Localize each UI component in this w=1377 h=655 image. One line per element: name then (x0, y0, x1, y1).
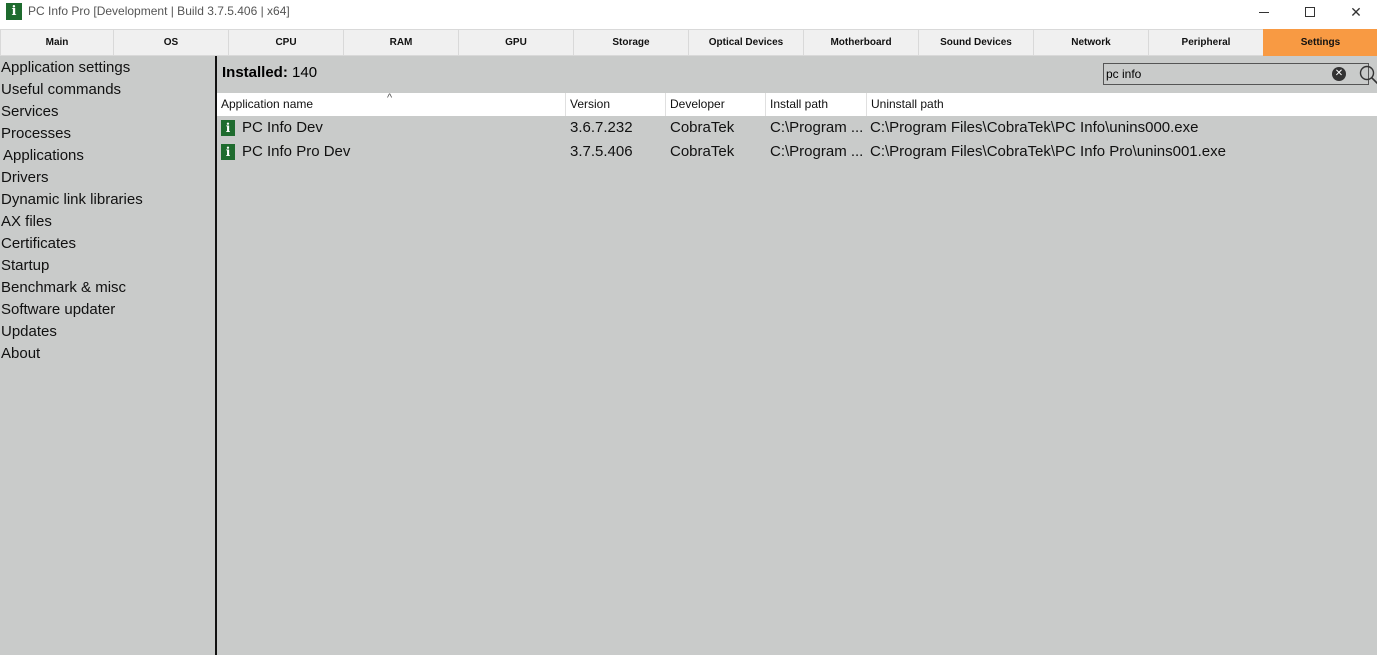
installed-label: Installed: (222, 64, 288, 81)
table-row[interactable]: i PC Info Dev 3.6.7.232 CobraTek C:\Prog… (217, 116, 1377, 140)
column-header-uninstall-path[interactable]: Uninstall path (867, 93, 1377, 116)
sidebar-item-ax-files[interactable]: AX files (1, 211, 52, 233)
app-icon: i (221, 144, 235, 160)
sidebar-item-processes[interactable]: Processes (1, 123, 71, 145)
sort-ascending-icon: ^ (387, 92, 393, 104)
sidebar-item-benchmark-misc[interactable]: Benchmark & misc (1, 277, 126, 299)
title-bar: i PC Info Pro [Development | Build 3.7.5… (0, 0, 1377, 26)
installed-count: Installed: 140 (222, 64, 317, 81)
tab-settings[interactable]: Settings (1263, 29, 1377, 56)
close-icon: ✕ (1350, 3, 1362, 20)
tab-cpu[interactable]: CPU (228, 29, 343, 56)
minimize-icon (1259, 11, 1269, 13)
sidebar-item-about[interactable]: About (1, 343, 40, 365)
cell-version: 3.6.7.232 (570, 119, 633, 136)
installed-value: 140 (292, 64, 318, 81)
app-icon: i (6, 3, 22, 20)
clear-search-icon[interactable]: ✕ (1332, 67, 1346, 81)
column-header-install-path[interactable]: Install path (766, 93, 867, 116)
sidebar-item-updates[interactable]: Updates (1, 321, 57, 343)
column-header-application-name[interactable]: Application name ^ (217, 92, 566, 116)
tab-motherboard[interactable]: Motherboard (803, 29, 918, 56)
tab-gpu[interactable]: GPU (458, 29, 573, 56)
search-icon[interactable] (1358, 64, 1377, 86)
cell-developer: CobraTek (670, 119, 735, 136)
cell-developer: CobraTek (670, 143, 735, 160)
sidebar-item-certificates[interactable]: Certificates (1, 233, 76, 255)
tab-os[interactable]: OS (113, 29, 228, 56)
sidebar-item-useful-commands[interactable]: Useful commands (1, 79, 121, 101)
cell-uninstall-path: C:\Program Files\CobraTek\PC Info\unins0… (870, 119, 1199, 136)
tab-optical-devices[interactable]: Optical Devices (688, 29, 803, 56)
window-title: PC Info Pro [Development | Build 3.7.5.4… (28, 4, 290, 18)
search-input[interactable] (1106, 66, 1326, 82)
sidebar-item-services[interactable]: Services (1, 101, 59, 123)
table-header: Application name ^ Version Developer Ins… (217, 92, 1377, 116)
minimize-button[interactable] (1241, 0, 1287, 24)
column-label: Application name (221, 97, 314, 111)
tab-peripheral[interactable]: Peripheral (1148, 29, 1263, 56)
sidebar-item-software-updater[interactable]: Software updater (1, 299, 115, 321)
app-icon: i (221, 120, 235, 136)
cell-version: 3.7.5.406 (570, 143, 633, 160)
tab-network[interactable]: Network (1033, 29, 1148, 56)
cell-install-path: C:\Program ... (770, 143, 864, 160)
maximize-icon (1305, 7, 1315, 17)
sidebar-item-applications[interactable]: Applications (3, 145, 84, 167)
table-row[interactable]: i PC Info Pro Dev 3.7.5.406 CobraTek C:\… (217, 140, 1377, 164)
maximize-button[interactable] (1287, 0, 1333, 24)
sidebar-item-drivers[interactable]: Drivers (1, 167, 49, 189)
column-header-version[interactable]: Version (566, 93, 666, 116)
sidebar: Application settings Useful commands Ser… (0, 56, 215, 655)
sidebar-item-startup[interactable]: Startup (1, 255, 49, 277)
tab-sound-devices[interactable]: Sound Devices (918, 29, 1033, 56)
search-box: ✕ (1103, 63, 1369, 85)
cell-application-name: PC Info Dev (242, 119, 323, 136)
cell-application-name: PC Info Pro Dev (242, 143, 351, 160)
cell-install-path: C:\Program ... (770, 119, 864, 136)
tab-ram[interactable]: RAM (343, 29, 458, 56)
cell-uninstall-path: C:\Program Files\CobraTek\PC Info Pro\un… (870, 143, 1226, 160)
close-button[interactable]: ✕ (1333, 0, 1377, 24)
tab-bar: Main OS CPU RAM GPU Storage Optical Devi… (0, 29, 1377, 56)
sidebar-item-dynamic-link-libraries[interactable]: Dynamic link libraries (1, 189, 143, 211)
tab-storage[interactable]: Storage (573, 29, 688, 56)
tab-main[interactable]: Main (0, 29, 113, 56)
sidebar-item-application-settings[interactable]: Application settings (1, 57, 130, 79)
applications-panel: Installed: 140 ✕ Application name ^ Vers… (217, 56, 1377, 655)
column-header-developer[interactable]: Developer (666, 93, 766, 116)
